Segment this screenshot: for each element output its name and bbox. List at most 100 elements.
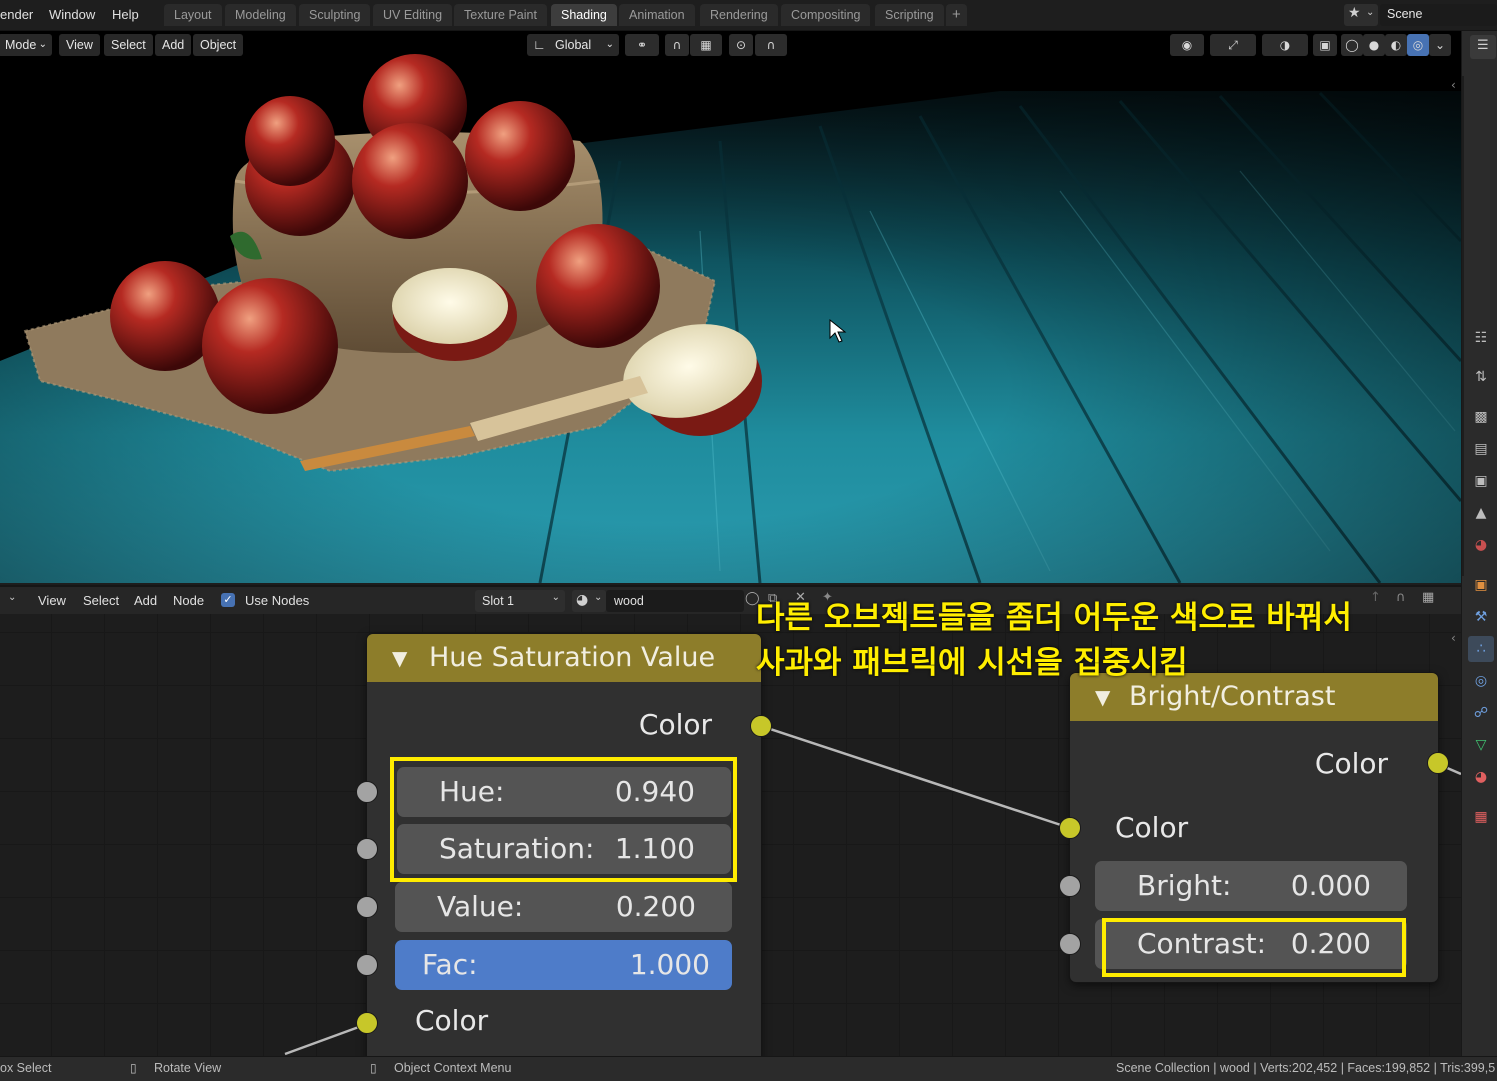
node-node-menu[interactable]: Node bbox=[173, 593, 204, 608]
annotation-text: 다른 오브젝트들을 좀더 어두운 색으로 바꿔서 사과와 패브릭에 시선을 집중… bbox=[756, 596, 1456, 686]
tab-scripting[interactable]: Scripting bbox=[875, 4, 944, 26]
use-nodes-checkbox[interactable]: ✓ bbox=[221, 593, 235, 607]
orientation-dropdown[interactable]: ∟ Global ⌄ bbox=[527, 34, 619, 56]
mode-dropdown[interactable]: Mode ⌄ bbox=[0, 34, 52, 56]
node-view-menu[interactable]: View bbox=[38, 593, 66, 608]
tab-modeling[interactable]: Modeling bbox=[225, 4, 296, 26]
outliner-icon: ☰ bbox=[1477, 38, 1489, 53]
hue-input-socket[interactable] bbox=[356, 781, 378, 803]
modifier-properties-tab[interactable]: ⚒ bbox=[1468, 604, 1494, 630]
proportional-edit-button[interactable]: ⊙ bbox=[729, 34, 753, 56]
overlays-button[interactable]: ◑ bbox=[1262, 34, 1308, 56]
rendered-sphere-icon: ◎ bbox=[1412, 38, 1424, 52]
color-input-socket[interactable] bbox=[356, 1012, 378, 1034]
wrench-screwdriver-icon: ⇅ bbox=[1475, 369, 1487, 385]
value-field[interactable]: Value: 0.200 bbox=[395, 882, 732, 932]
viewport-add-menu[interactable]: Add bbox=[155, 34, 192, 56]
bc-output-socket[interactable] bbox=[1427, 752, 1449, 774]
tool-tab[interactable]: ⇅ bbox=[1468, 364, 1494, 390]
world-globe-icon: ◕ bbox=[1474, 537, 1488, 553]
tab-rendering[interactable]: Rendering bbox=[700, 4, 778, 26]
fac-slider[interactable]: Fac: 1.000 bbox=[395, 940, 732, 990]
tab-shading[interactable]: Shading bbox=[551, 4, 617, 26]
chevron-down-icon: ⌄ bbox=[605, 39, 614, 50]
status-rotate-view: Rotate View bbox=[154, 1061, 222, 1075]
transform-orientation-icon: ∟ bbox=[533, 37, 546, 52]
menu-window[interactable]: Window bbox=[49, 7, 95, 22]
chevron-down-icon: ⌄ bbox=[1434, 38, 1446, 52]
sidebar-toggle-arrow-icon[interactable]: ‹ bbox=[1451, 631, 1456, 645]
tab-animation[interactable]: Animation bbox=[619, 4, 695, 26]
constraints-properties-tab[interactable]: ☍ bbox=[1468, 700, 1494, 726]
viewport-view-menu[interactable]: View bbox=[59, 34, 100, 56]
render-preview-image bbox=[0, 31, 1461, 583]
node-select-menu[interactable]: Select bbox=[83, 593, 119, 608]
solid-shading-button[interactable]: ● bbox=[1363, 34, 1385, 56]
physics-properties-tab[interactable]: ◎ bbox=[1468, 668, 1494, 694]
material-properties-tab[interactable]: ◕ bbox=[1468, 764, 1494, 790]
menu-help[interactable]: Help bbox=[112, 7, 139, 22]
texture-properties-tab[interactable]: ▦ bbox=[1468, 804, 1494, 830]
node-add-menu[interactable]: Add bbox=[134, 593, 157, 608]
material-name-field[interactable]: wood bbox=[606, 590, 744, 612]
add-workspace-button[interactable]: + bbox=[946, 4, 967, 26]
node-header[interactable]: ▼ Hue Saturation Value bbox=[367, 634, 761, 682]
tab-compositing[interactable]: Compositing bbox=[781, 4, 871, 26]
world-properties-tab[interactable]: ◕ bbox=[1468, 532, 1494, 558]
output-properties-tab[interactable]: ▤ bbox=[1468, 436, 1494, 462]
status-context-menu: Object Context Menu bbox=[394, 1061, 512, 1075]
tab-sculpting[interactable]: Sculpting bbox=[299, 4, 371, 26]
gizmo-icon: ⤢ bbox=[1228, 38, 1238, 52]
bright-field[interactable]: Bright: 0.000 bbox=[1095, 861, 1407, 911]
panel-divider bbox=[1462, 76, 1464, 576]
rendered-shading-button[interactable]: ◎ bbox=[1407, 34, 1429, 56]
hsv-output-socket[interactable] bbox=[750, 715, 772, 737]
output-color-label: Color bbox=[638, 708, 712, 741]
view-layer-tab[interactable]: ▣ bbox=[1468, 468, 1494, 494]
wireframe-shading-button[interactable]: ◯ bbox=[1341, 34, 1363, 56]
chevron-down-icon: ⌄ bbox=[551, 592, 560, 603]
snap-toggle-button[interactable]: ∩ bbox=[665, 34, 689, 56]
tab-texture-paint[interactable]: Texture Paint bbox=[454, 4, 547, 26]
printer-icon: ▤ bbox=[1474, 441, 1488, 457]
output-color-label: Color bbox=[1314, 747, 1388, 780]
collapse-triangle-icon[interactable]: ▼ bbox=[392, 634, 407, 682]
falloff-button[interactable]: ∩ bbox=[755, 34, 787, 56]
tab-layout[interactable]: Layout bbox=[164, 4, 222, 26]
slot-dropdown[interactable]: Slot 1 ⌄ bbox=[475, 590, 565, 612]
eye-icon: ◉ bbox=[1181, 38, 1193, 52]
material-sphere-icon: ◕ bbox=[1474, 769, 1488, 785]
viewport-select-menu[interactable]: Select bbox=[104, 34, 153, 56]
object-properties-tab[interactable]: ▣ bbox=[1468, 572, 1494, 598]
particles-properties-tab[interactable]: ∴ bbox=[1468, 636, 1494, 662]
material-preview-button[interactable]: ◐ bbox=[1385, 34, 1407, 56]
render-properties-tab[interactable]: ▩ bbox=[1468, 404, 1494, 430]
outliner-toggle-button[interactable]: ☰ bbox=[1470, 35, 1496, 59]
contrast-input-socket[interactable] bbox=[1059, 933, 1081, 955]
pivot-point-button[interactable]: ⚭ bbox=[625, 34, 659, 56]
3d-viewport[interactable] bbox=[0, 31, 1461, 583]
tab-uv-editing[interactable]: UV Editing bbox=[373, 4, 453, 26]
gizmo-button[interactable]: ⤢ bbox=[1210, 34, 1256, 56]
snap-target-button[interactable]: ▦ bbox=[690, 34, 722, 56]
tool-settings-tab[interactable]: ☷ bbox=[1468, 325, 1494, 351]
menu-render[interactable]: ender bbox=[0, 7, 33, 22]
sidebar-toggle-arrow-icon[interactable]: ‹ bbox=[1451, 78, 1456, 92]
editor-type-chevron-icon[interactable]: ⌄ bbox=[8, 592, 16, 603]
saturation-input-socket[interactable] bbox=[356, 838, 378, 860]
data-properties-tab[interactable]: ▽ bbox=[1468, 732, 1494, 758]
wireframe-sphere-icon: ◯ bbox=[1345, 38, 1359, 52]
bc-color-input-socket[interactable] bbox=[1059, 817, 1081, 839]
scene-selector-button[interactable]: ★ ⌄ bbox=[1344, 4, 1378, 26]
value-input-socket[interactable] bbox=[356, 896, 378, 918]
scene-name-field[interactable]: Scene bbox=[1380, 4, 1497, 26]
visibility-button[interactable]: ◉ bbox=[1170, 34, 1204, 56]
shading-options-button[interactable]: ⌄ bbox=[1429, 34, 1451, 56]
material-browse-button[interactable]: ◕ ⌄ bbox=[572, 590, 606, 612]
bright-input-socket[interactable] bbox=[1059, 875, 1081, 897]
fac-input-socket[interactable] bbox=[356, 954, 378, 976]
mesh-triangle-icon: ▽ bbox=[1475, 737, 1487, 753]
xray-toggle-button[interactable]: ▣ bbox=[1313, 34, 1337, 56]
scene-properties-tab[interactable]: ▲ bbox=[1468, 500, 1494, 526]
viewport-object-menu[interactable]: Object bbox=[193, 34, 244, 56]
